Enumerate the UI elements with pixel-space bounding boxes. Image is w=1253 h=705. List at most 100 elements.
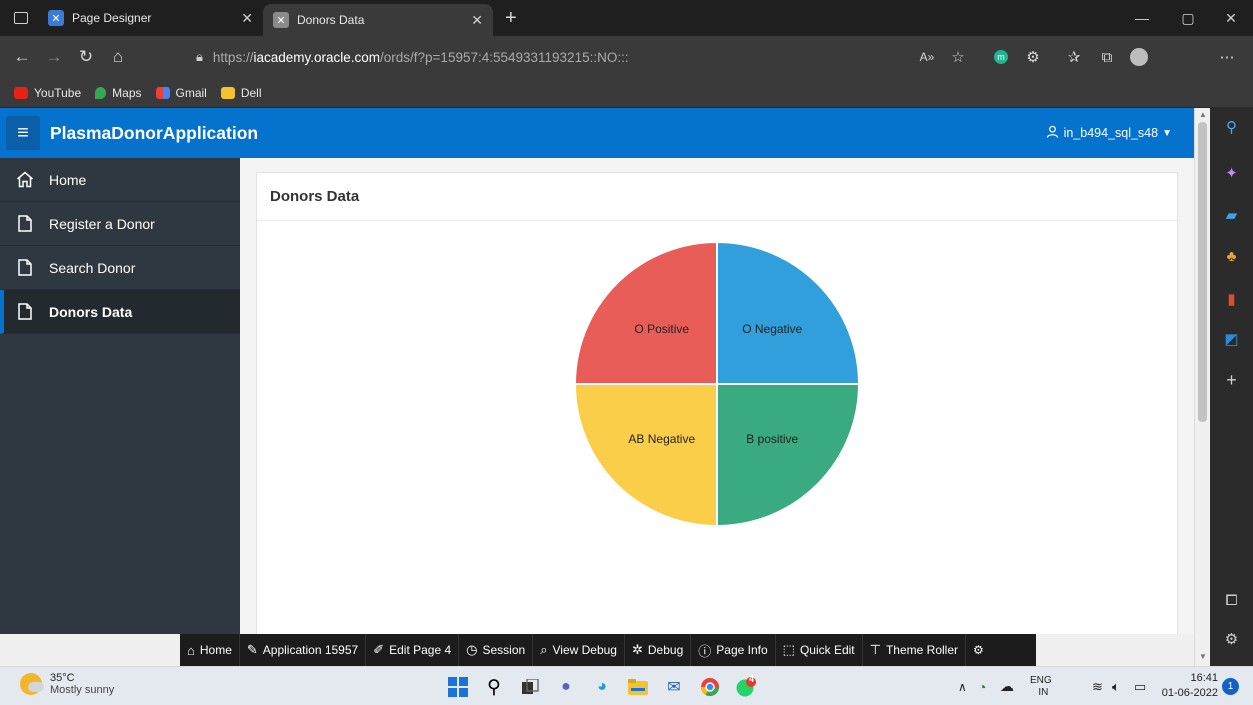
sidebar-item-label: Home (49, 171, 87, 188)
bookmark-youtube[interactable]: YouTube (14, 86, 81, 100)
sidebar-item-register-donor[interactable]: Register a Donor (0, 202, 240, 246)
dev-home-button[interactable]: ⌂ Home (180, 634, 240, 666)
mail-icon[interactable]: ✉ (660, 673, 688, 701)
bookmark-label: YouTube (34, 85, 82, 100)
sidebar-toggle-icon[interactable]: ⧠ (1210, 592, 1253, 609)
battery-icon[interactable]: ▭ (1134, 667, 1146, 705)
tab-page-designer[interactable]: ✕ Page Designer ✕ (38, 0, 263, 36)
read-aloud-icon[interactable]: A» (913, 36, 941, 78)
page-icon (15, 259, 35, 276)
close-window-icon[interactable]: ✕ (1209, 0, 1253, 36)
dev-view-debug-button[interactable]: ⌕ View Debug (533, 634, 625, 666)
sidebar-item-donors-data[interactable]: Donors Data (0, 290, 240, 334)
dev-session-button[interactable]: ◷ Session (459, 634, 534, 666)
collections-icon[interactable]: ⧉ (1093, 36, 1121, 78)
extension-m-icon[interactable]: m (987, 36, 1015, 78)
forward-icon[interactable]: → (38, 47, 70, 67)
scrollbar-thumb[interactable] (1198, 122, 1207, 422)
sidebar-item-label: Donors Data (49, 303, 133, 320)
dev-settings-button[interactable]: ⚙︎ (966, 634, 991, 666)
back-icon[interactable]: ← (6, 47, 38, 67)
pie-slice-o-negative[interactable] (716, 240, 861, 385)
home-icon[interactable]: ⌂ (102, 47, 134, 67)
dev-edit-page-button[interactable]: ✐ Edit Page 4 (366, 634, 460, 666)
weather-widget[interactable]: 35°C Mostly sunny (20, 672, 114, 696)
whatsapp-icon[interactable]: 4 (732, 673, 760, 701)
scroll-down-icon[interactable]: ▼ (1195, 652, 1211, 661)
search-icon[interactable]: ⚲ (480, 673, 508, 701)
clock-icon: ◷ (466, 642, 478, 657)
user-menu[interactable]: in_b494_sql_s48 ▼ (1046, 108, 1172, 158)
windows-start-icon[interactable] (444, 673, 472, 701)
browser-tab-bar: ✕ Page Designer ✕ ✕ Donors Data ✕ + — ▢ … (0, 0, 1253, 36)
dev-item-label: Page Info (716, 643, 768, 657)
search-icon[interactable]: ⚲ (1210, 118, 1253, 136)
notification-badge[interactable]: 1 (1222, 678, 1239, 695)
close-icon[interactable]: ✕ (471, 12, 483, 29)
app-title[interactable]: PlasmaDonorApplication (50, 123, 258, 144)
menu-toggle-button[interactable]: ≡ (6, 116, 40, 150)
dev-theme-roller-button[interactable]: ⊤ Theme Roller (863, 634, 966, 666)
onedrive-icon[interactable]: ☁ (1000, 667, 1014, 705)
sidebar-item-search-donor[interactable]: Search Donor (0, 246, 240, 290)
task-view-icon[interactable] (516, 673, 544, 701)
pie-slice-label: B positive (746, 432, 798, 446)
restore-icon[interactable]: ▢ (1166, 0, 1210, 36)
outlook-icon[interactable]: ◩ (1210, 330, 1253, 348)
show-hidden-icons[interactable]: ∧ (958, 667, 967, 705)
page-scrollbar[interactable]: ▲ ▼ (1194, 108, 1210, 666)
lock-icon: 🔒︎ (196, 49, 203, 64)
info-icon: ⓘ (698, 643, 712, 659)
dev-application-button[interactable]: ✎ Application 15957 (240, 634, 367, 666)
pie-slice-ab-negative[interactable] (573, 383, 718, 528)
theme-roller-icon: ⊤ (869, 642, 881, 657)
minimize-icon[interactable]: — (1120, 0, 1164, 36)
bookmark-gmail[interactable]: Gmail (155, 86, 207, 100)
region-code: IN (1038, 686, 1049, 698)
profile-icon[interactable] (1125, 36, 1153, 78)
developer-toolbar: ⌂ Home ✎ Application 15957 ✐ Edit Page 4… (180, 634, 1036, 666)
chevron-up-icon: ∧ (958, 679, 967, 694)
tools-icon[interactable]: ▰ (1210, 206, 1253, 224)
favorites-icon[interactable]: ✰ (1060, 36, 1088, 78)
edge-browser-icon[interactable]: ◕ (588, 673, 616, 701)
dev-item-label: Edit Page 4 (389, 643, 452, 657)
page-icon (15, 215, 35, 232)
tab-actions-icon[interactable] (14, 12, 28, 24)
discover-icon[interactable]: ✦ (1210, 164, 1253, 182)
pie-slice-label: O Positive (634, 322, 689, 336)
games-icon[interactable]: ♣ (1210, 248, 1253, 265)
pie-slice-o-positive[interactable] (573, 240, 718, 385)
sidebar-item-label: Search Donor (49, 259, 136, 276)
language-indicator[interactable]: ENG IN (1030, 667, 1052, 705)
screen: ✕ Page Designer ✕ ✕ Donors Data ✕ + — ▢ … (0, 0, 1253, 705)
tray-app-icon[interactable]: ◔ (978, 667, 986, 705)
clock[interactable]: 16:41 01-06-2022 (1162, 671, 1218, 701)
wifi-icon[interactable]: ≋ (1092, 667, 1103, 705)
url-field[interactable]: 🔒︎ https:// iacademy.oracle.com /ords/f?… (196, 42, 966, 72)
tab-donors-data[interactable]: ✕ Donors Data ✕ (263, 4, 493, 36)
volume-icon[interactable]: 🔈︎ (1112, 667, 1120, 705)
chrome-icon[interactable] (696, 673, 724, 701)
more-icon[interactable]: ⋯ (1213, 36, 1241, 78)
dev-page-info-button[interactable]: ⓘ Page Info (691, 634, 776, 666)
add-icon[interactable]: + (1210, 370, 1253, 391)
weather-temp: 35°C (50, 672, 75, 684)
dev-quick-edit-button[interactable]: ⬚ Quick Edit (776, 634, 863, 666)
scroll-up-icon[interactable]: ▲ (1195, 110, 1211, 119)
refresh-icon[interactable]: ↻ (70, 47, 102, 67)
favorite-add-icon[interactable]: ☆ (944, 36, 972, 78)
pie-slice-b-positive[interactable] (716, 383, 861, 528)
teams-chat-icon[interactable]: ● (552, 673, 580, 701)
close-icon[interactable]: ✕ (241, 10, 253, 27)
gear-icon[interactable]: ⚙︎ (1210, 630, 1253, 648)
bookmark-maps[interactable]: Maps (95, 86, 142, 100)
extensions-icon[interactable]: ⚙︎ (1019, 36, 1047, 78)
url-path: /ords/f?p=15957:4:5549331193215::NO::: (380, 49, 629, 65)
file-explorer-icon[interactable] (624, 673, 652, 701)
office-icon[interactable]: ▮ (1210, 290, 1253, 308)
dev-debug-button[interactable]: ✲ Debug (625, 634, 692, 666)
new-tab-button[interactable]: + (505, 7, 517, 30)
bookmark-dell[interactable]: Dell (220, 86, 262, 100)
sidebar-item-home[interactable]: Home (0, 158, 240, 202)
